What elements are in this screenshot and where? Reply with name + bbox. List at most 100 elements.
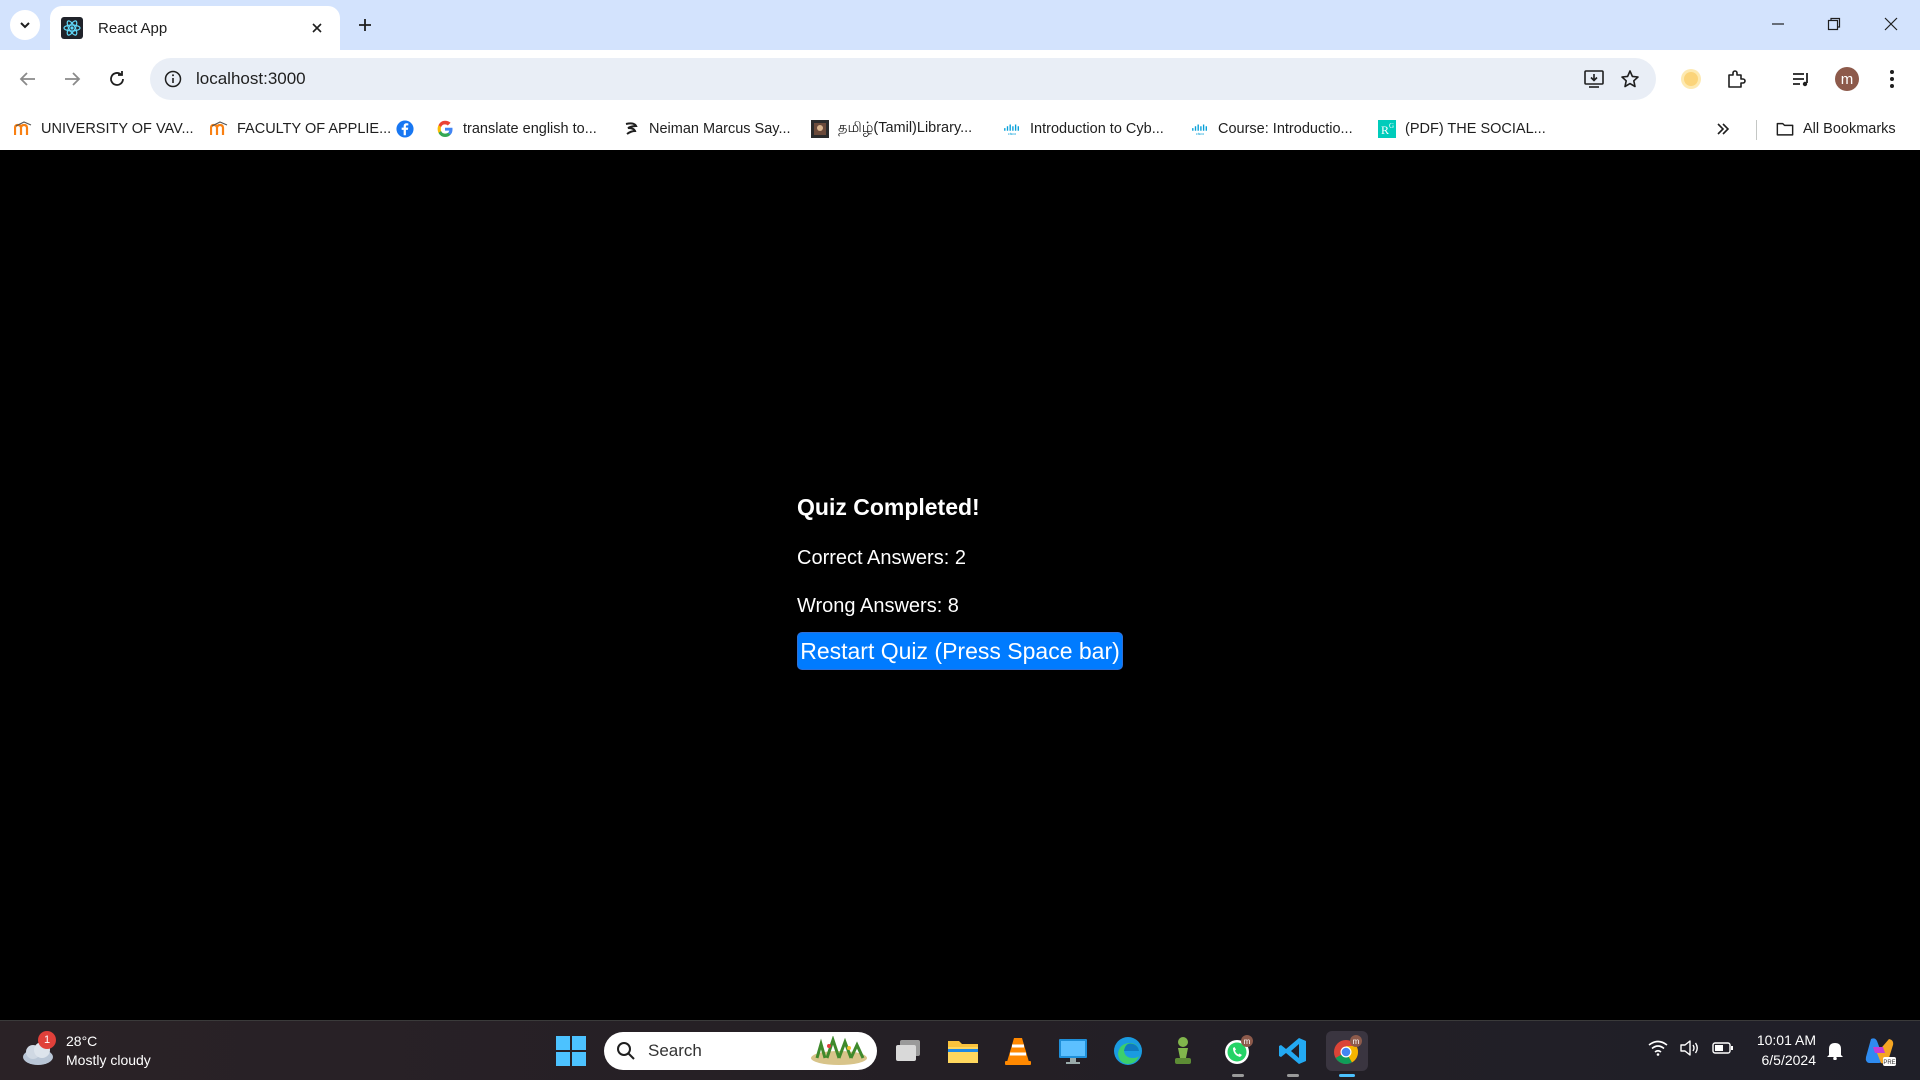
windows-icon [556, 1036, 586, 1066]
bookmark-facebook[interactable] [396, 116, 423, 142]
svg-text:cisco: cisco [1196, 132, 1204, 136]
chrome-button[interactable]: m [1326, 1031, 1368, 1077]
chess-pawn-icon [1175, 1037, 1191, 1064]
running-indicator [1287, 1074, 1299, 1077]
weather-badge: 1 [38, 1031, 56, 1049]
quiz-title: Quiz Completed! [797, 494, 980, 520]
vlc-icon [1005, 1038, 1031, 1065]
bookmark-translate[interactable]: translate english to... [436, 116, 597, 142]
clock[interactable]: 10:01 AM 6/5/2024 [1746, 1030, 1816, 1070]
search-icon [616, 1041, 636, 1061]
whatsapp-button[interactable]: m [1217, 1031, 1259, 1077]
tab-strip: React App [0, 0, 1920, 50]
address-bar[interactable]: localhost:3000 [150, 58, 1656, 100]
task-view-button[interactable] [888, 1031, 930, 1071]
bookmark-course-intro[interactable]: cisco Course: Introductio... [1191, 116, 1353, 142]
site-info-icon[interactable] [162, 68, 184, 90]
researchgate-icon: RG [1378, 120, 1396, 138]
vscode-icon [1279, 1038, 1306, 1064]
react-icon [61, 17, 83, 39]
double-chevron-right-icon [1717, 123, 1730, 135]
battery-icon[interactable] [1712, 1041, 1734, 1055]
close-icon [1884, 17, 1898, 31]
weather-widget[interactable]: 1 28°C Mostly cloudy [20, 1029, 151, 1073]
forward-button[interactable] [54, 61, 90, 97]
facebook-icon [396, 120, 414, 138]
taskbar: 1 28°C Mostly cloudy Search m m 10:01 AM… [0, 1020, 1920, 1080]
folder-icon [948, 1041, 978, 1063]
chess-app-button[interactable] [1162, 1031, 1204, 1071]
clock-date: 6/5/2024 [1761, 1052, 1817, 1068]
whatsapp-icon: m [1225, 1035, 1253, 1064]
all-bookmarks-button[interactable]: All Bookmarks [1776, 116, 1896, 142]
star-icon[interactable] [1612, 61, 1648, 97]
bookmark-tamil-library[interactable]: தமிழ்(Tamil)Library... [811, 116, 972, 142]
cisco-icon: cisco [1191, 120, 1209, 138]
running-indicator [1232, 1074, 1244, 1077]
install-app-icon[interactable] [1576, 61, 1612, 97]
folder-icon [1776, 120, 1794, 138]
svg-text:cisco: cisco [1008, 132, 1016, 136]
minimize-button[interactable] [1754, 8, 1802, 40]
wifi-icon[interactable] [1648, 1040, 1668, 1056]
chrome-icon: m [1334, 1035, 1362, 1065]
svg-text:G: G [1389, 122, 1394, 130]
restore-button[interactable] [1810, 8, 1858, 40]
library-icon [811, 120, 829, 138]
monitor-icon [1059, 1039, 1087, 1064]
more-vertical-icon [1890, 70, 1894, 88]
tab-search-button[interactable] [10, 10, 40, 40]
profile-avatar[interactable]: m [1829, 61, 1865, 97]
new-tab-button[interactable] [352, 12, 378, 38]
bookmark-intro-cyber[interactable]: cisco Introduction to Cyb... [1003, 116, 1164, 142]
back-button[interactable] [10, 61, 46, 97]
task-view-icon [896, 1040, 920, 1061]
notification-bell-icon[interactable] [1826, 1040, 1844, 1060]
cisco-icon: cisco [1003, 120, 1021, 138]
reload-icon [110, 71, 124, 86]
vlc-button[interactable] [997, 1031, 1039, 1071]
copilot-icon[interactable]: PRE [1863, 1035, 1897, 1067]
restart-quiz-button[interactable]: Restart Quiz (Press Space bar) [797, 632, 1123, 670]
plus-icon [359, 19, 371, 31]
restore-icon [1827, 17, 1841, 31]
bookmark-pdf-social[interactable]: RG (PDF) THE SOCIAL... [1378, 116, 1546, 142]
volume-icon[interactable] [1680, 1040, 1700, 1056]
file-explorer-button[interactable] [942, 1031, 984, 1071]
bookmarks-bar: UNIVERSITY OF VAV... FACULTY OF APPLIE..… [0, 108, 1920, 150]
extensions-puzzle-icon[interactable] [1718, 61, 1754, 97]
svg-text:m: m [1244, 1037, 1251, 1046]
svg-text:PRE: PRE [1883, 1060, 1895, 1066]
close-window-button[interactable] [1867, 8, 1915, 40]
clock-time: 10:01 AM [1756, 1032, 1816, 1048]
edge-icon [1114, 1037, 1142, 1065]
bookmark-neiman[interactable]: Neiman Marcus Say... [622, 116, 791, 142]
url-text[interactable]: localhost:3000 [196, 69, 1576, 89]
correct-answers-text: Correct Answers: 2 [797, 547, 966, 569]
media-controls-icon[interactable] [1783, 61, 1819, 97]
svg-text:R: R [1381, 123, 1389, 137]
arrow-right-icon [65, 72, 81, 86]
vscode-button[interactable] [1272, 1031, 1314, 1077]
taskbar-search-text: Search [648, 1041, 702, 1060]
weather-desc: Mostly cloudy [66, 1052, 151, 1068]
moodle-icon [210, 120, 228, 138]
more-bookmarks-button[interactable] [1716, 116, 1730, 142]
weather-temp: 28°C [66, 1033, 98, 1049]
wrong-answers-text: Wrong Answers: 8 [797, 595, 959, 617]
chevron-down-icon [20, 22, 30, 29]
start-button[interactable] [556, 1036, 586, 1066]
close-tab-icon[interactable] [306, 17, 328, 39]
reload-button[interactable] [99, 61, 135, 97]
extension-icon[interactable] [1673, 61, 1709, 97]
taskbar-search[interactable]: Search [604, 1032, 877, 1070]
edge-button[interactable] [1107, 1031, 1149, 1071]
browser-menu-button[interactable] [1874, 61, 1910, 97]
remote-desktop-button[interactable] [1052, 1031, 1094, 1071]
browser-toolbar: localhost:3000 m [0, 50, 1920, 108]
profile-initial: m [1840, 70, 1854, 88]
tab-react-app[interactable]: React App [50, 6, 340, 50]
bookmark-faculty[interactable]: FACULTY OF APPLIE... [210, 116, 391, 142]
bookmark-university[interactable]: UNIVERSITY OF VAV... [14, 116, 194, 142]
active-indicator [1339, 1074, 1355, 1077]
